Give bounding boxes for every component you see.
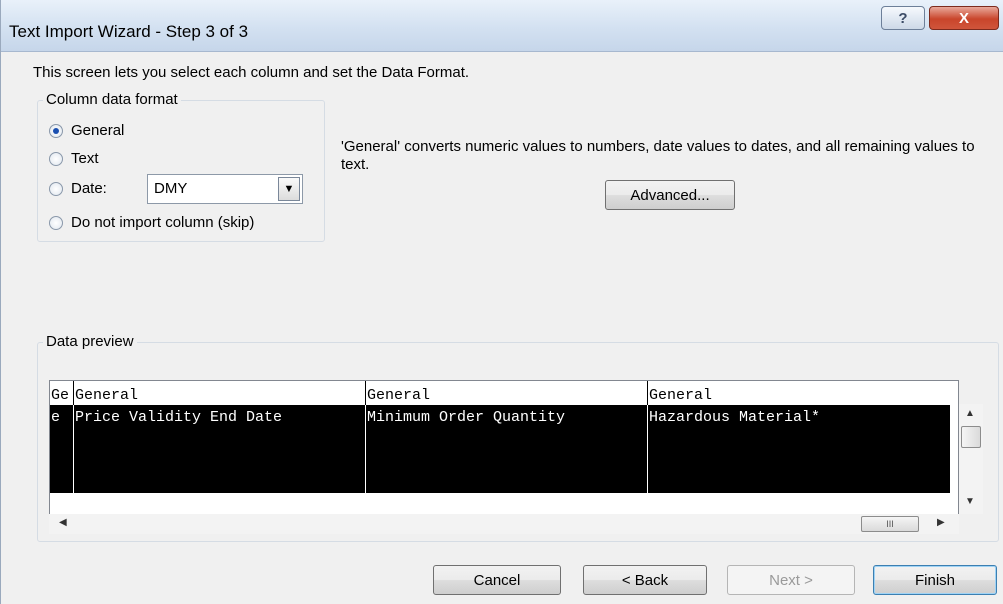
table-cell[interactable]: Hazardous Material*	[648, 405, 950, 493]
table-cell[interactable]: Minimum Order Quantity	[366, 405, 648, 493]
column-header-4[interactable]: General	[648, 381, 958, 405]
chevron-down-icon[interactable]: ▼	[278, 177, 300, 201]
back-button[interactable]: < Back	[583, 565, 707, 595]
window-title: Text Import Wizard - Step 3 of 3	[9, 22, 249, 41]
vertical-scroll-thumb[interactable]	[961, 426, 981, 448]
scroll-right-icon[interactable]: ▶	[937, 517, 945, 528]
column-header-3[interactable]: General	[366, 381, 648, 405]
advanced-button[interactable]: Advanced...	[605, 180, 735, 210]
radio-skip-indicator[interactable]	[49, 215, 63, 230]
radio-general-label: General	[71, 122, 125, 139]
date-format-select[interactable]: DMY ▼	[147, 174, 303, 204]
radio-text-label: Text	[71, 150, 99, 167]
data-preview-grid[interactable]: Ge General General General e Price Valid…	[49, 380, 959, 516]
format-description: 'General' converts numeric values to num…	[341, 138, 975, 173]
grid-body: e Price Validity End Date Minimum Order …	[50, 405, 950, 493]
data-preview-legend: Data preview	[43, 333, 137, 350]
table-cell[interactable]: e	[50, 405, 74, 493]
radio-text[interactable]: Text	[49, 150, 99, 167]
close-icon: X	[958, 9, 969, 27]
horizontal-scroll-thumb[interactable]: III	[861, 516, 919, 532]
next-button-label: Next >	[769, 571, 813, 589]
radio-general[interactable]: General	[49, 122, 124, 139]
advanced-button-label: Advanced...	[630, 186, 710, 204]
radio-date-indicator[interactable]	[49, 181, 63, 196]
title-bar: Text Import Wizard - Step 3 of 3 ? X	[1, 0, 1003, 52]
date-format-value: DMY	[154, 180, 188, 197]
radio-date[interactable]: Date:	[49, 180, 107, 197]
cancel-button-label: Cancel	[473, 571, 521, 589]
column-data-format-legend: Column data format	[43, 91, 181, 108]
next-button[interactable]: Next >	[727, 565, 855, 595]
help-button[interactable]: ?	[881, 6, 925, 30]
radio-date-label: Date:	[71, 180, 107, 197]
column-header-1[interactable]: Ge	[50, 381, 74, 405]
radio-skip[interactable]: Do not import column (skip)	[49, 214, 254, 231]
text-import-wizard-dialog: Text Import Wizard - Step 3 of 3 ? X Thi…	[0, 0, 1003, 604]
vertical-scrollbar[interactable]: ▲ ▼	[959, 404, 983, 514]
radio-skip-label: Do not import column (skip)	[71, 214, 255, 231]
column-header-2[interactable]: General	[74, 381, 366, 405]
intro-text: This screen lets you select each column …	[33, 64, 470, 81]
close-button[interactable]: X	[929, 6, 999, 30]
table-cell[interactable]: Price Validity End Date	[74, 405, 366, 493]
scroll-up-icon[interactable]: ▲	[965, 408, 975, 419]
horizontal-scrollbar[interactable]: ◀ III ▶	[49, 514, 959, 534]
radio-text-indicator[interactable]	[49, 151, 63, 166]
finish-button[interactable]: Finish	[873, 565, 997, 595]
grid-header-row: Ge General General General	[50, 381, 958, 405]
cancel-button[interactable]: Cancel	[433, 565, 561, 595]
radio-general-indicator[interactable]	[49, 123, 63, 138]
grip-icon: III	[886, 519, 894, 529]
finish-button-label: Finish	[914, 571, 955, 589]
scroll-down-icon[interactable]: ▼	[965, 496, 975, 507]
back-button-label: < Back	[621, 571, 669, 589]
help-icon: ?	[898, 9, 908, 27]
scroll-left-icon[interactable]: ◀	[59, 517, 67, 528]
